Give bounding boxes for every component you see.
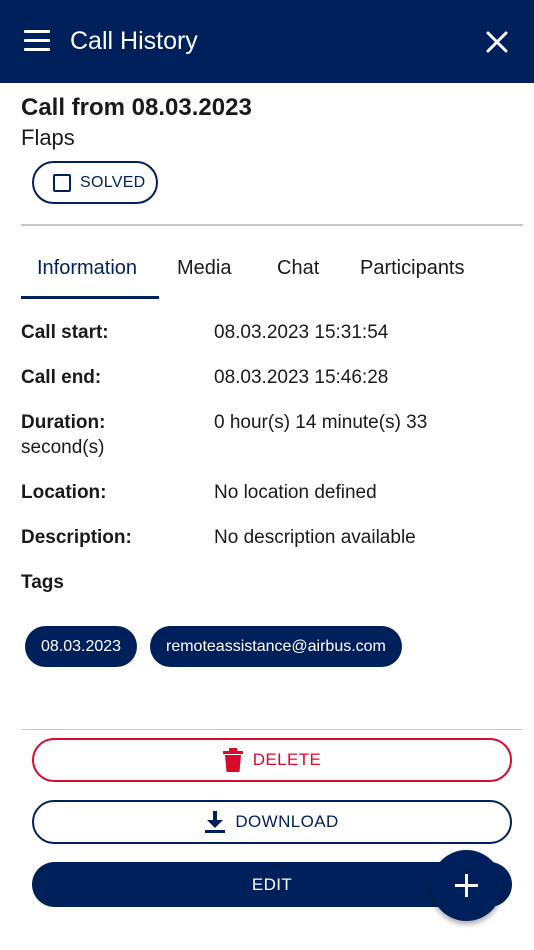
trash-icon xyxy=(222,748,243,772)
call-end-label: Call end: xyxy=(21,367,102,388)
app-bar: Call History xyxy=(0,0,534,83)
duration-value: 0 hour(s) 14 minute(s) 33 xyxy=(214,412,428,433)
edit-label: EDIT xyxy=(251,874,293,894)
tab-chat[interactable]: Chat xyxy=(277,243,319,299)
call-start-label: Call start: xyxy=(21,322,109,343)
tab-media[interactable]: Media xyxy=(177,243,231,299)
menu-icon[interactable] xyxy=(24,30,50,52)
location-label: Location: xyxy=(21,482,107,503)
add-fab-button[interactable] xyxy=(431,850,502,921)
call-end-value: 08.03.2023 15:46:28 xyxy=(214,367,389,388)
active-tab-indicator xyxy=(21,296,159,299)
checkbox-icon xyxy=(53,173,71,192)
divider xyxy=(21,729,523,730)
call-title: Call from 08.03.2023 xyxy=(21,94,252,121)
description-value: No description available xyxy=(214,527,416,548)
location-value: No location defined xyxy=(214,482,377,503)
duration-label: Duration: xyxy=(21,412,106,433)
download-icon xyxy=(205,811,226,833)
divider xyxy=(21,224,523,226)
description-label: Description: xyxy=(21,527,132,548)
call-subtitle: Flaps xyxy=(21,125,75,150)
tab-information[interactable]: Information xyxy=(37,243,137,299)
tab-bar: Information Media Chat Participants xyxy=(21,243,523,299)
call-start-value: 08.03.2023 15:31:54 xyxy=(214,322,389,343)
tag-chip: 08.03.2023 xyxy=(25,626,138,667)
duration-value-wrap: second(s) xyxy=(21,437,105,458)
tab-participants[interactable]: Participants xyxy=(360,243,465,299)
page-title: Call History xyxy=(70,27,198,55)
delete-label: DELETE xyxy=(252,750,322,769)
delete-button[interactable]: DELETE xyxy=(32,738,512,782)
download-label: DOWNLOAD xyxy=(235,812,339,831)
solved-checkbox-button[interactable]: SOLVED xyxy=(32,161,158,204)
tag-chip: remoteassistance@airbus.com xyxy=(150,626,402,667)
solved-label: SOLVED xyxy=(80,173,146,191)
close-icon[interactable] xyxy=(484,29,510,55)
plus-icon xyxy=(455,874,478,897)
tags-label: Tags xyxy=(21,572,64,593)
download-button[interactable]: DOWNLOAD xyxy=(32,800,512,844)
